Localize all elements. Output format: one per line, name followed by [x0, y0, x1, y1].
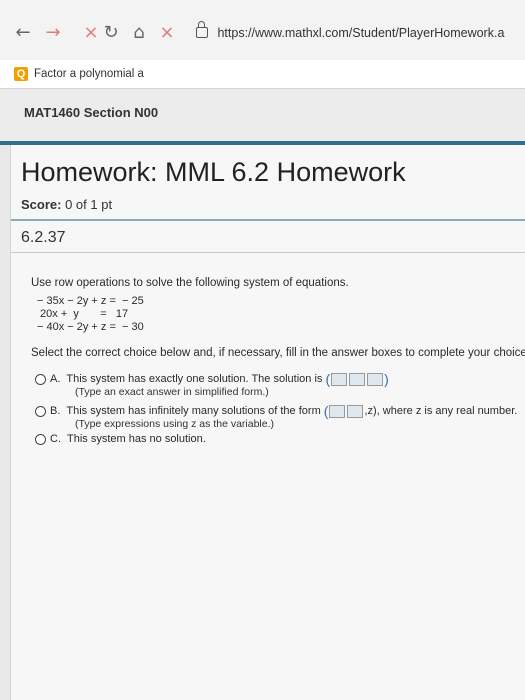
- url-text: https://www.mathxl.com/Student/PlayerHom…: [217, 26, 505, 40]
- refresh-icon[interactable]: ↻: [100, 22, 122, 44]
- search-icon: Q: [14, 67, 28, 81]
- score-display: Score: 0 of 1 pt: [21, 197, 112, 212]
- section-divider: [11, 219, 525, 221]
- choice-b-radio[interactable]: [35, 405, 46, 417]
- choice-b-text: This system has infinitely many solution…: [66, 404, 321, 417]
- choice-b-tail: ,z), where z is any real number.: [364, 404, 518, 417]
- forward-arrow-icon[interactable]: →: [42, 22, 64, 44]
- score-value: 0 of 1 pt: [65, 197, 113, 212]
- choice-c-radio[interactable]: [35, 433, 46, 445]
- lock-icon: [196, 21, 208, 38]
- search-text: Factor a polynomial a: [34, 68, 144, 80]
- open-paren: (: [323, 403, 329, 419]
- course-header: MAT1460 Section N00: [0, 89, 525, 145]
- choice-a-text: This system has exactly one solution. Th…: [66, 372, 323, 385]
- choice-c[interactable]: C. This system has no solution.: [35, 433, 206, 445]
- answer-box-y[interactable]: [347, 404, 364, 418]
- answer-box-x[interactable]: [331, 372, 348, 386]
- equation-row: − 40x − 2y + z = − 30: [37, 321, 144, 333]
- answer-box-x[interactable]: [329, 404, 346, 418]
- stop-x-icon[interactable]: ×: [156, 22, 178, 44]
- open-paren: (: [325, 371, 331, 387]
- question-divider: [11, 252, 525, 253]
- choice-a-letter: A.: [50, 372, 61, 385]
- choice-c-letter: C.: [50, 433, 61, 445]
- browser-toolbar: ← → × ↻ ⌂ × https://www.mathxl.com/Stude…: [0, 0, 525, 61]
- course-title: MAT1460 Section N00: [24, 105, 159, 120]
- question-id: 6.2.37: [21, 229, 66, 246]
- back-arrow-icon[interactable]: ←: [12, 22, 34, 44]
- address-bar[interactable]: https://www.mathxl.com/Student/PlayerHom…: [196, 20, 525, 46]
- choice-b[interactable]: B. This system has infinitely many soluti…: [35, 403, 517, 419]
- question-instructions: Use row operations to solve the followin…: [31, 277, 349, 289]
- choice-b-letter: B.: [50, 404, 61, 417]
- choice-a-hint: (Type an exact answer in simplified form…: [75, 386, 269, 398]
- search-bar[interactable]: Q Factor a polynomial a: [0, 60, 525, 89]
- equation-row: − 35x − 2y + z = − 25: [37, 295, 144, 307]
- answer-box-y[interactable]: [349, 372, 366, 386]
- equation-system: − 35x − 2y + z = − 25 20x + y = 17 − 40x…: [37, 295, 144, 334]
- score-label: Score:: [21, 197, 62, 212]
- close-tab-x-icon[interactable]: ×: [80, 22, 102, 44]
- page-title: Homework: MML 6.2 Homework: [21, 157, 406, 187]
- select-prompt: Select the correct choice below and, if …: [31, 347, 525, 359]
- choice-a-radio[interactable]: [35, 373, 46, 385]
- choice-b-hint: (Type expressions using z as the variabl…: [75, 418, 275, 430]
- choice-a[interactable]: A. This system has exactly one solution. …: [35, 371, 389, 387]
- equation-row: 20x + y = 17: [37, 308, 129, 320]
- homework-panel: Homework: MML 6.2 Homework Score: 0 of 1…: [10, 145, 525, 700]
- answer-box-z[interactable]: [367, 372, 384, 386]
- close-paren: ): [384, 371, 389, 387]
- choice-c-text: This system has no solution.: [67, 433, 206, 445]
- home-icon[interactable]: ⌂: [128, 22, 150, 44]
